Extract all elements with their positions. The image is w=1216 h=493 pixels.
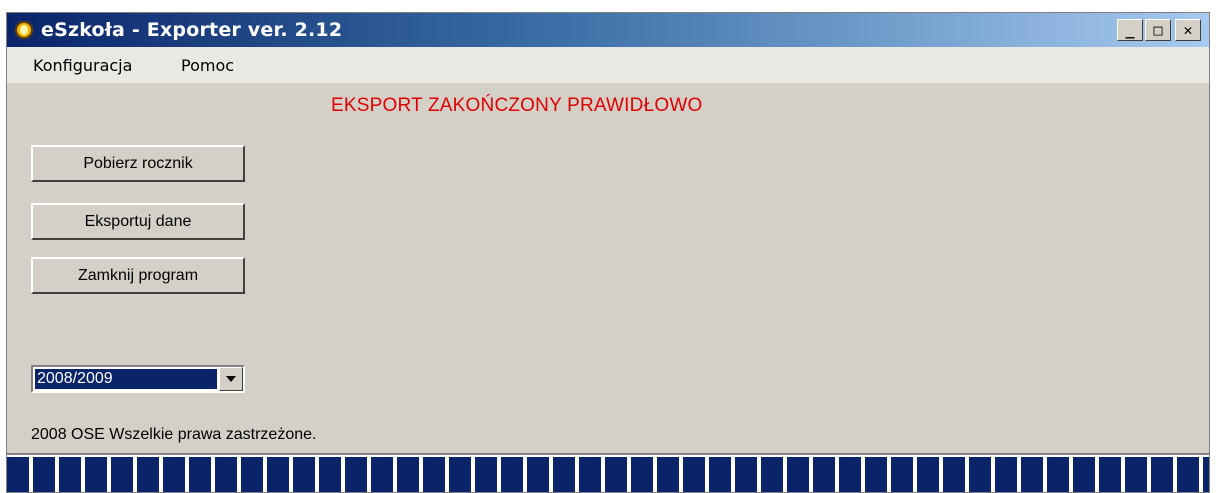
status-message: EKSPORT ZAKOŃCZONY PRAWIDŁOWO: [331, 95, 703, 116]
fetch-year-button[interactable]: Pobierz rocznik: [31, 145, 245, 182]
dropdown-button[interactable]: [219, 367, 243, 391]
minimize-icon: _: [1125, 20, 1135, 39]
chevron-down-icon: [226, 376, 236, 382]
school-year-selected: 2008/2009: [35, 369, 217, 389]
main-window: eSzkoła - Exporter ver. 2.12 _ □ ✕ Konfi…: [6, 12, 1210, 493]
close-icon: ✕: [1183, 20, 1193, 39]
menu-konfiguracja[interactable]: Konfiguracja: [33, 56, 132, 75]
caption-buttons: _ □ ✕: [1115, 19, 1201, 41]
maximize-icon: □: [1153, 20, 1163, 39]
school-year-select[interactable]: 2008/2009: [31, 365, 245, 393]
title-bar[interactable]: eSzkoła - Exporter ver. 2.12 _ □ ✕: [7, 13, 1209, 47]
progress-bar: [7, 453, 1209, 492]
app-logo-icon[interactable]: [15, 21, 33, 39]
maximize-button[interactable]: □: [1145, 19, 1171, 41]
minimize-button[interactable]: _: [1117, 19, 1143, 41]
export-data-button[interactable]: Eksportuj dane: [31, 203, 245, 240]
close-program-button[interactable]: Zamknij program: [31, 257, 245, 294]
progress-fill: [7, 457, 1209, 492]
menu-bar: Konfiguracja Pomoc: [7, 47, 1209, 83]
window-title: eSzkoła - Exporter ver. 2.12: [41, 19, 343, 41]
menu-pomoc[interactable]: Pomoc: [181, 56, 234, 75]
close-window-button[interactable]: ✕: [1175, 19, 1201, 41]
copyright-text: 2008 OSE Wszelkie prawa zastrzeżone.: [31, 426, 317, 443]
